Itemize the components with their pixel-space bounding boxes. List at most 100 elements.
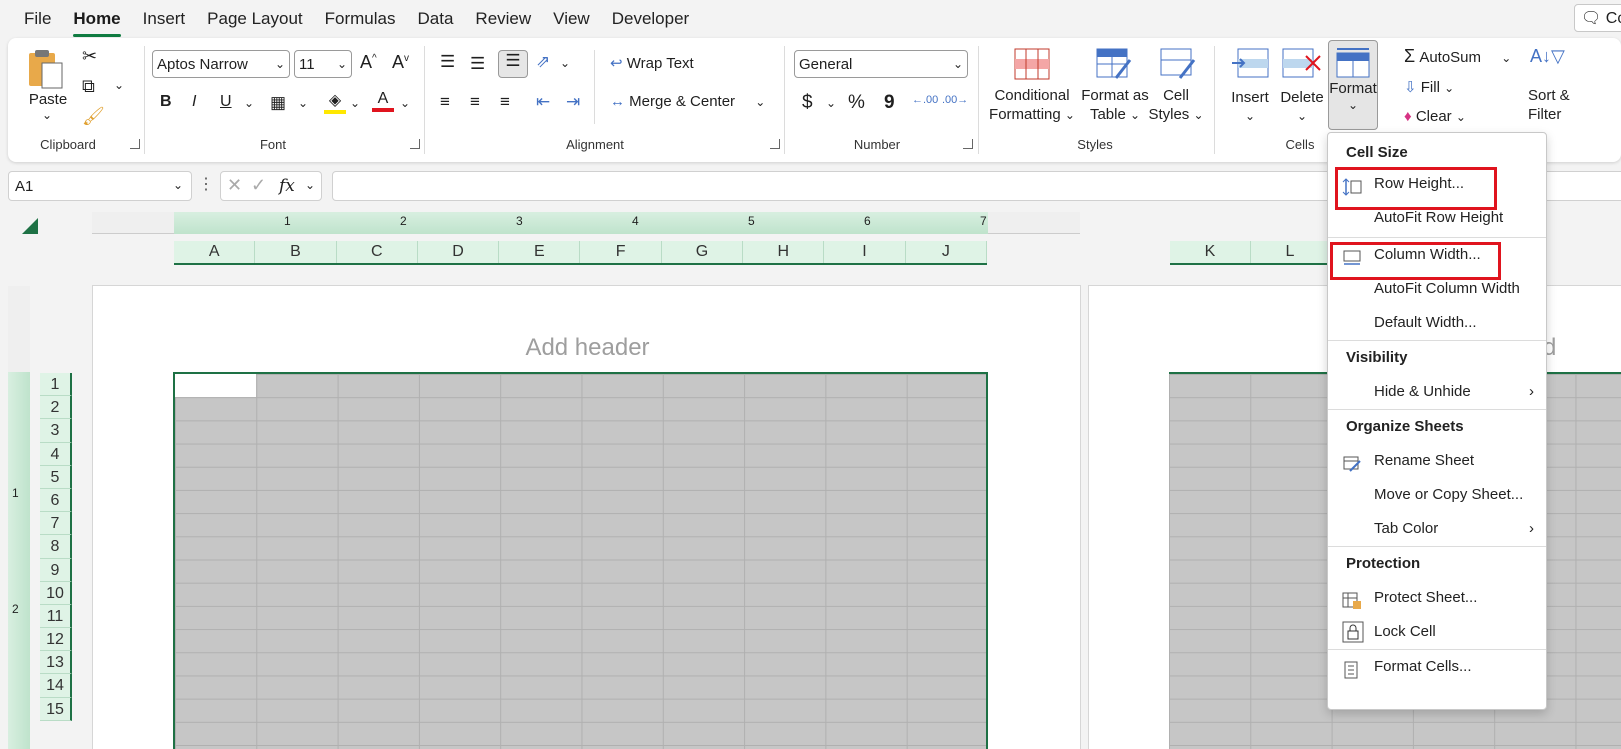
percent-button[interactable]: % [848, 92, 865, 114]
number-format-select[interactable]: General ⌄ [794, 50, 968, 78]
menu-item-rename-sheet[interactable]: Rename Sheet [1328, 444, 1546, 478]
cancel-icon[interactable]: ✕ [227, 175, 242, 196]
font-family-select[interactable]: Aptos Narrow ⌄ [152, 50, 290, 78]
more-options-icon[interactable]: ⋮ [198, 174, 214, 194]
tab-formulas[interactable]: Formulas [325, 9, 396, 29]
font-size-select[interactable]: 11 ⌄ [294, 50, 352, 78]
enter-icon[interactable]: ✓ [251, 175, 266, 196]
align-top-icon[interactable]: ☰ [440, 52, 455, 72]
column-header-f[interactable]: F [580, 241, 662, 263]
row-header[interactable]: 12 [40, 628, 72, 652]
menu-item-hide-unhide[interactable]: Hide & Unhide › [1328, 375, 1546, 409]
add-header-placeholder[interactable]: Add header [93, 334, 1082, 362]
autosum-button[interactable]: Σ AutoSum ⌄ [1404, 46, 1511, 67]
orientation-chevron-icon[interactable]: ⌄ [560, 56, 570, 70]
format-cells-button[interactable]: Format ⌄ [1328, 40, 1378, 130]
fill-button[interactable]: ⇩ Fill ⌄ [1404, 78, 1454, 96]
align-center-icon[interactable]: ≡ [470, 92, 480, 112]
insert-cells-button[interactable]: Insert ⌄ [1226, 88, 1274, 126]
comma-button[interactable]: 9 [884, 92, 895, 114]
menu-item-protect-sheet[interactable]: Protect Sheet... [1328, 581, 1546, 615]
column-header-e[interactable]: E [499, 241, 581, 263]
fill-color-chevron-icon[interactable]: ⌄ [350, 96, 360, 110]
italic-button[interactable]: I [192, 93, 196, 111]
wrap-text-button[interactable]: ↩ Wrap Text [610, 54, 694, 72]
align-bottom-icon[interactable]: ☰ [498, 50, 528, 78]
column-header-k[interactable]: K [1170, 241, 1251, 263]
tab-insert[interactable]: Insert [143, 9, 186, 29]
cell-grid-selection[interactable] [173, 372, 988, 749]
menu-item-move-copy-sheet[interactable]: Move or Copy Sheet... [1328, 478, 1546, 512]
clipboard-launcher-icon[interactable] [130, 139, 140, 149]
tab-home[interactable]: Home [73, 9, 121, 37]
tab-review[interactable]: Review [475, 9, 531, 29]
row-header[interactable]: 15 [40, 697, 72, 721]
fill-color-icon[interactable]: ◈ [324, 90, 346, 114]
tab-developer[interactable]: Developer [612, 9, 690, 29]
underline-button[interactable]: U [220, 93, 232, 111]
name-box[interactable]: A1 ⌄ [8, 171, 192, 201]
insert-function-button[interactable]: fx [279, 176, 295, 196]
increase-indent-icon[interactable]: ⇥ [566, 92, 580, 112]
tab-file[interactable]: File [24, 9, 51, 29]
menu-item-tab-color[interactable]: Tab Color › [1328, 512, 1546, 546]
cut-icon[interactable]: ✂ [82, 46, 97, 67]
tab-data[interactable]: Data [418, 9, 454, 29]
font-launcher-icon[interactable] [410, 139, 420, 149]
row-header[interactable]: 14 [40, 674, 72, 698]
clear-button[interactable]: ♦ Clear ⌄ [1404, 108, 1466, 125]
conditional-formatting-button[interactable]: Conditional Formatting ⌄ [984, 86, 1080, 125]
row-header[interactable]: 9 [40, 558, 72, 582]
menu-item-lock-cell[interactable]: Lock Cell [1328, 615, 1546, 649]
chevron-down-icon[interactable]: ⌄ [42, 108, 52, 122]
merge-center-button[interactable]: ↔ Merge & Center ⌄ [610, 93, 765, 110]
row-header[interactable]: 1 [40, 373, 72, 397]
number-launcher-icon[interactable] [963, 139, 973, 149]
borders-icon[interactable]: ▦ [270, 93, 286, 113]
underline-chevron-icon[interactable]: ⌄ [244, 96, 254, 110]
row-header[interactable]: 13 [40, 651, 72, 675]
row-header[interactable]: 6 [40, 488, 72, 513]
align-middle-icon[interactable]: ☰ [470, 54, 485, 74]
decrease-font-icon[interactable]: Av [392, 52, 409, 73]
borders-chevron-icon[interactable]: ⌄ [298, 96, 308, 110]
copy-icon[interactable]: ⧉ [82, 76, 95, 97]
increase-font-icon[interactable]: A^ [360, 52, 377, 73]
delete-cells-button[interactable]: Delete ⌄ [1278, 88, 1326, 126]
align-left-icon[interactable]: ≡ [440, 92, 450, 112]
row-header[interactable]: 3 [40, 419, 72, 443]
menu-item-format-cells[interactable]: Format Cells... [1328, 650, 1546, 684]
currency-button[interactable]: $ [802, 92, 813, 114]
paste-button[interactable]: Paste [26, 90, 70, 109]
row-header[interactable]: 11 [40, 604, 72, 629]
select-all-button[interactable] [22, 218, 38, 234]
column-header-j[interactable]: J [906, 241, 987, 263]
decrease-decimal-icon[interactable]: .00→ [942, 94, 968, 106]
align-right-icon[interactable]: ≡ [500, 92, 510, 112]
column-header-b[interactable]: B [255, 241, 337, 263]
column-header-d[interactable]: D [418, 241, 500, 263]
cell-styles-button[interactable]: Cell Styles ⌄ [1148, 86, 1204, 125]
column-header-a[interactable]: A [174, 241, 256, 263]
row-header[interactable]: 8 [40, 535, 72, 559]
row-header[interactable]: 10 [40, 581, 72, 605]
currency-chevron-icon[interactable]: ⌄ [826, 96, 836, 110]
font-color-chevron-icon[interactable]: ⌄ [400, 96, 410, 110]
tab-view[interactable]: View [553, 9, 590, 29]
active-cell-a1[interactable] [175, 374, 256, 397]
bold-button[interactable]: B [160, 93, 172, 111]
row-header[interactable]: 2 [40, 396, 72, 420]
column-header-i[interactable]: I [824, 241, 906, 263]
column-header-c[interactable]: C [337, 241, 418, 263]
menu-item-default-width[interactable]: Default Width... [1328, 306, 1546, 340]
column-header-l[interactable]: L [1251, 241, 1330, 263]
format-as-table-button[interactable]: Format as Table ⌄ [1080, 86, 1150, 125]
font-color-icon[interactable]: A [372, 90, 394, 112]
copy-chevron-icon[interactable]: ⌄ [114, 78, 124, 92]
decrease-indent-icon[interactable]: ⇤ [536, 92, 550, 112]
orientation-icon[interactable]: ⇗ [536, 52, 550, 72]
column-header-h[interactable]: H [743, 241, 825, 263]
format-painter-icon[interactable]: 🖌 [82, 106, 105, 127]
tab-page-layout[interactable]: Page Layout [207, 9, 302, 29]
alignment-launcher-icon[interactable] [770, 139, 780, 149]
